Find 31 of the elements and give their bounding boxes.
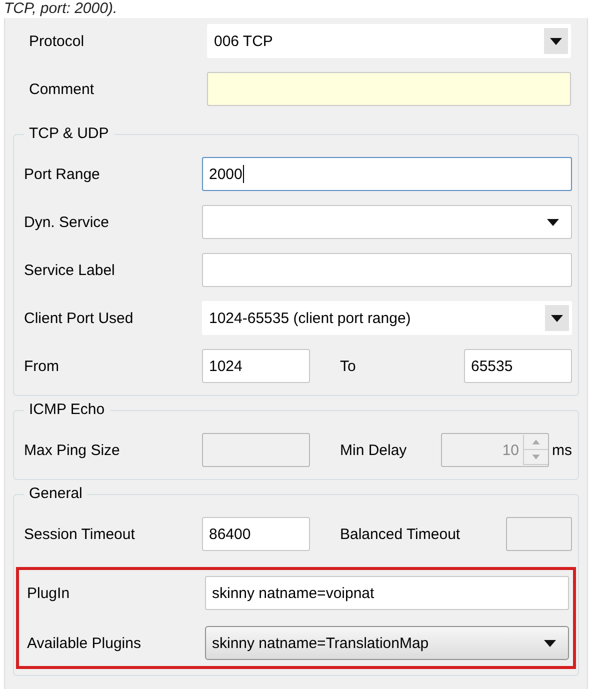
field-label: Service Label xyxy=(24,262,116,278)
text-field[interactable]: skinny natname=voipnat xyxy=(205,576,569,610)
text-field[interactable] xyxy=(207,72,571,106)
unit-label: ms xyxy=(551,442,572,458)
caption-text: TCP, port: 2000). xyxy=(3,0,118,18)
text-field[interactable] xyxy=(202,253,572,287)
dropdown[interactable]: skinny natname=TranslationMap xyxy=(205,626,569,660)
field-label: To xyxy=(339,358,357,374)
field-label: Session Timeout xyxy=(24,526,136,542)
field-label: Min Delay xyxy=(339,442,408,458)
field-label: Available Plugins xyxy=(27,634,142,652)
dropdown[interactable]: 1024-65535 (client port range) xyxy=(202,301,572,335)
dropdown-arrow-icon[interactable] xyxy=(550,38,562,44)
field-label: Dyn. Service xyxy=(24,214,110,230)
dropdown[interactable]: 006 TCP xyxy=(207,24,571,58)
text-field[interactable]: 2000 xyxy=(202,157,572,191)
field-label: Balanced Timeout xyxy=(339,526,462,542)
dropdown-arrow-icon[interactable] xyxy=(551,314,563,322)
dropdown-arrow-icon[interactable] xyxy=(547,218,559,226)
field-label: From xyxy=(24,358,60,374)
dropdown-arrow-icon[interactable] xyxy=(544,640,556,646)
field-label: Port Range xyxy=(24,166,101,182)
text-field[interactable]: 86400 xyxy=(202,517,310,551)
text-cursor xyxy=(243,165,244,183)
text-field[interactable]: 65535 xyxy=(464,349,572,383)
field-label: Client Port Used xyxy=(24,310,134,326)
field-label: Max Ping Size xyxy=(24,442,121,458)
field-label: PlugIn xyxy=(27,584,71,602)
field-label: Protocol xyxy=(29,32,86,50)
field-label: Comment xyxy=(29,80,96,98)
text-field[interactable]: 1024 xyxy=(202,349,310,383)
